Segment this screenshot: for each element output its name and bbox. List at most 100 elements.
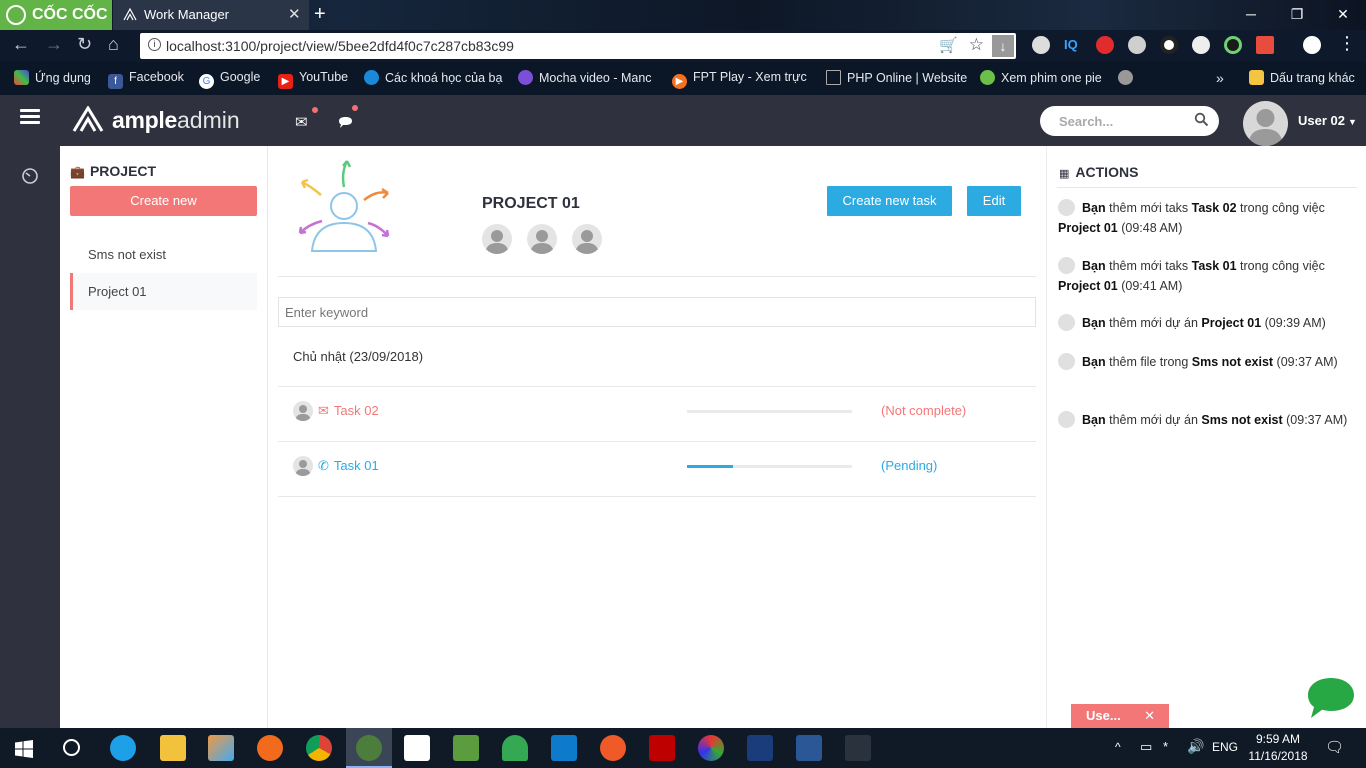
sync-icon[interactable]	[698, 735, 724, 761]
record-extension-icon[interactable]	[1160, 36, 1178, 54]
bookmark-star-icon[interactable]: ☆	[969, 35, 984, 55]
shopping-cart-icon[interactable]: 🛒	[939, 36, 958, 54]
rocket-icon[interactable]	[502, 735, 528, 761]
volume-icon[interactable]: 🔊	[1187, 738, 1204, 755]
filezilla-icon[interactable]	[649, 735, 675, 761]
ample-tab-icon	[123, 7, 137, 21]
bookmarks-more-icon[interactable]: »	[1216, 70, 1224, 86]
hamburger-menu-icon[interactable]	[20, 109, 40, 125]
skype-icon[interactable]	[110, 735, 136, 761]
user-menu[interactable]: User 02 ▼	[1298, 113, 1357, 128]
bookmark-fpt-play[interactable]: ▶ FPT Play - Xem trực	[672, 70, 807, 89]
game-extension-icon[interactable]	[1256, 36, 1274, 54]
bookmark-google[interactable]: G Google	[199, 70, 260, 89]
minimize-icon[interactable]: ─	[1228, 0, 1274, 28]
ample-taskbar-icon[interactable]	[845, 735, 871, 761]
caret-down-icon: ▼	[1347, 117, 1357, 127]
bookmark-mocha[interactable]: Mocha video - Manc	[518, 70, 652, 85]
menu-dots-icon[interactable]: ⋮	[1338, 33, 1356, 54]
actions-title: ▦ ACTIONS	[1059, 164, 1138, 180]
globe-icon	[1118, 70, 1133, 85]
project-item-sms-not-exist[interactable]: Sms not exist	[70, 236, 257, 273]
chat-widget-icon[interactable]	[1306, 676, 1356, 720]
notification-center-icon[interactable]: 🗨	[1325, 738, 1344, 756]
bookmark-label: Các khoá học của bạ	[385, 71, 503, 85]
project-item-project-01[interactable]: Project 01	[70, 273, 257, 310]
firefox-icon[interactable]	[257, 735, 283, 761]
user-avatar-icon	[1058, 353, 1075, 370]
task-row-task-02[interactable]: ✉ Task 02 (Not complete)	[278, 384, 1036, 439]
tab-work-manager[interactable]: Work Manager ✕	[113, 0, 309, 30]
app-icon[interactable]	[404, 735, 430, 761]
member-avatar[interactable]	[527, 224, 557, 254]
edit-project-button[interactable]: Edit	[967, 186, 1021, 216]
search-icon[interactable]	[1194, 112, 1209, 127]
cloud-extension-icon[interactable]	[1192, 36, 1210, 54]
create-task-button[interactable]: Create new task	[827, 186, 952, 216]
coccoc-logo[interactable]: CỐC CỐC	[0, 0, 112, 30]
task-name[interactable]: ✉ Task 02	[318, 403, 379, 419]
chat-icon[interactable]	[338, 116, 353, 129]
home-icon[interactable]: ⌂	[108, 34, 119, 55]
bookmark-one-piece[interactable]: Xem phim one pie	[980, 70, 1102, 85]
task-name[interactable]: ✆ Task 01	[318, 458, 379, 474]
cortana-icon[interactable]	[63, 739, 80, 756]
apps-grid-icon	[14, 70, 29, 85]
project-main: PROJECT 01 Create new task Edit Enter ke…	[268, 146, 1046, 728]
powershell-icon[interactable]	[747, 735, 773, 761]
close-window-icon[interactable]: ✕	[1320, 0, 1366, 28]
close-icon[interactable]: ✕	[1144, 704, 1155, 728]
heart-extension-icon[interactable]	[1096, 36, 1114, 54]
vscode-icon[interactable]	[551, 735, 577, 761]
notepad-plus-icon[interactable]	[453, 735, 479, 761]
back-icon[interactable]: ←	[12, 34, 30, 55]
download-icon[interactable]: ↓	[992, 35, 1014, 57]
task-row-task-01[interactable]: ✆ Task 01 (Pending)	[278, 439, 1036, 494]
bookmark-apps[interactable]: Ứng dụng	[14, 70, 91, 85]
reload-icon[interactable]: ↻	[77, 34, 92, 55]
bookmark-facebook[interactable]: f Facebook	[108, 70, 184, 89]
bookmark-php-online[interactable]: PHP Online | Website	[826, 70, 967, 85]
bookmark-label: Google	[220, 70, 261, 84]
target-extension-icon[interactable]	[1224, 36, 1242, 54]
iq-extension-icon[interactable]: IQ	[1064, 37, 1078, 52]
actions-title-text: ACTIONS	[1075, 164, 1139, 180]
postman-icon[interactable]	[600, 735, 626, 761]
chrome-icon[interactable]	[306, 735, 332, 761]
forward-icon[interactable]: →	[45, 34, 63, 55]
bookmark-globe[interactable]	[1118, 70, 1139, 85]
tab-title: Work Manager	[144, 7, 230, 22]
dashboard-clock-icon[interactable]	[21, 167, 39, 185]
brand-logo[interactable]: ampleadmin	[72, 106, 240, 136]
wifi-icon[interactable]: *	[1163, 739, 1168, 754]
mail-icon[interactable]: ✉	[295, 113, 308, 131]
word-icon[interactable]	[796, 735, 822, 761]
info-icon[interactable]: i	[148, 38, 161, 51]
file-explorer-icon[interactable]	[160, 735, 186, 761]
extension-icon[interactable]	[1032, 36, 1050, 54]
mask-profile-icon[interactable]	[1303, 36, 1321, 54]
paint-icon[interactable]	[208, 735, 234, 761]
bookmark-youtube[interactable]: ▶ YouTube	[278, 70, 348, 89]
taskbar-clock[interactable]: 9:59 AM 11/16/2018	[1248, 731, 1308, 765]
restore-icon[interactable]: ❐	[1274, 0, 1320, 28]
use-widget-button[interactable]: Use... ✕	[1071, 704, 1169, 728]
bookmark-courses[interactable]: Các khoá học của bạ	[364, 70, 502, 85]
bookmark-label: Facebook	[129, 70, 184, 84]
address-bar[interactable]: i localhost:3100/project/view/5bee2dfd4f…	[140, 33, 1016, 59]
bookmark-other[interactable]: Dấu trang khác	[1249, 70, 1355, 85]
battery-icon[interactable]: ▭	[1140, 739, 1152, 755]
create-project-button[interactable]: Create new	[70, 186, 257, 216]
coccoc-icon[interactable]	[356, 735, 382, 761]
search-input[interactable]: Search...	[1040, 106, 1219, 136]
tray-chevron-icon[interactable]: ^	[1115, 740, 1121, 754]
user-avatar[interactable]	[1243, 101, 1288, 146]
member-avatar[interactable]	[482, 224, 512, 254]
circle-extension-icon[interactable]	[1128, 36, 1146, 54]
new-tab-icon[interactable]: +	[314, 3, 326, 26]
close-tab-icon[interactable]: ✕	[288, 5, 301, 23]
member-avatar[interactable]	[572, 224, 602, 254]
windows-start-icon[interactable]	[15, 740, 33, 758]
keyword-search-input[interactable]: Enter keyword	[278, 297, 1036, 327]
language-indicator[interactable]: ENG	[1212, 740, 1238, 754]
